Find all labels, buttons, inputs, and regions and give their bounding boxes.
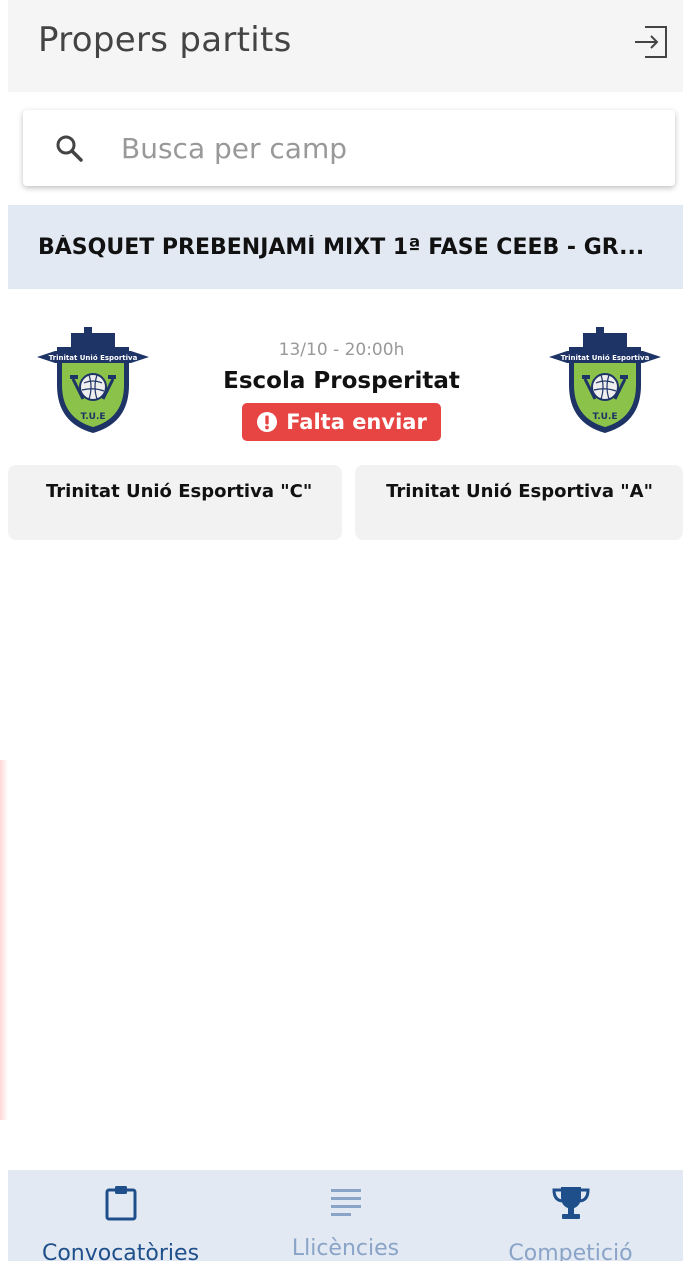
status-label: Falta enviar: [286, 410, 427, 434]
nav-label: Llicències: [291, 1236, 400, 1261]
bottom-navigation: Convocatòries Llicències Competició: [8, 1170, 683, 1261]
status-badge[interactable]: Falta enviar: [242, 403, 441, 441]
page: Propers partits BÀSQUET PREBENJAMÍ MIXT …: [0, 0, 683, 1261]
home-team-crest: Trinitat Unió Esportiva T.U.E: [37, 327, 149, 433]
competition-header[interactable]: BÀSQUET PREBENJAMÍ MIXT 1ª FASE CEEB - G…: [8, 205, 683, 289]
edge-tint: [0, 760, 8, 1120]
app-header: Propers partits: [8, 0, 683, 92]
search-icon: [55, 134, 83, 162]
page-title: Propers partits: [38, 20, 292, 60]
away-team-crest: Trinitat Unió Esportiva T.U.E: [549, 327, 661, 433]
nav-label: Convocatòries: [41, 1241, 200, 1261]
clipboard-icon: [105, 1185, 137, 1221]
home-team-name[interactable]: Trinitat Unió Esportiva "C": [8, 465, 342, 540]
list-icon: [329, 1185, 363, 1216]
match-card[interactable]: Trinitat Unió Esportiva T.U.E 13/10 - 20…: [0, 300, 683, 550]
search-bar: [23, 110, 675, 186]
match-datetime: 13/10 - 20:00h: [278, 340, 405, 360]
crest-banner-text: Trinitat Unió Esportiva: [49, 354, 138, 362]
crest-initials: T.U.E: [80, 412, 105, 422]
away-team-name[interactable]: Trinitat Unió Esportiva "A": [355, 465, 683, 540]
nav-item-convocatories[interactable]: Convocatòries: [8, 1170, 233, 1261]
trophy-icon: [551, 1185, 591, 1221]
crest-banner-text: Trinitat Unió Esportiva: [561, 354, 650, 362]
logout-button[interactable]: [631, 22, 671, 62]
match-venue: Escola Prosperitat: [223, 368, 460, 394]
nav-item-competicio[interactable]: Competició: [458, 1170, 683, 1261]
competition-title: BÀSQUET PREBENJAMÍ MIXT 1ª FASE CEEB - G…: [38, 234, 645, 260]
search-input[interactable]: [119, 130, 623, 166]
alert-icon: [256, 411, 278, 433]
nav-label: Competició: [508, 1241, 633, 1261]
logout-icon: [635, 26, 667, 58]
match-info: 13/10 - 20:00h Escola Prosperitat Falta …: [190, 340, 493, 441]
nav-item-llicencies[interactable]: Llicències: [233, 1170, 458, 1261]
crest-initials: T.U.E: [592, 412, 617, 422]
